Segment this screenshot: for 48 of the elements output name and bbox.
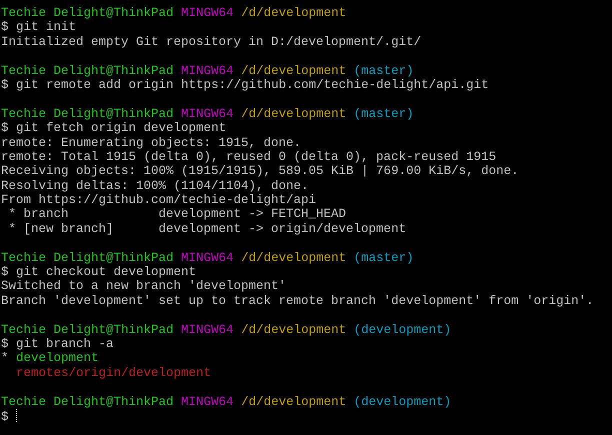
prompt-symbol: $ <box>1 410 9 424</box>
prompt-user: Techie Delight@ThinkPad <box>1 106 174 121</box>
prompt-branch: (development) <box>354 322 452 337</box>
prompt-shell: MINGW64 <box>181 106 234 121</box>
prompt-shell: MINGW64 <box>181 6 234 20</box>
output-text: Switched to a new branch 'development' <box>1 279 286 294</box>
output-text: * branch development -> FETCH_HEAD <box>8 207 346 222</box>
output-text: Initialized empty Git repository in D:/development/.git/ <box>1 34 422 49</box>
prompt-path: /d/development <box>241 106 346 121</box>
prompt-branch: (master) <box>354 250 414 265</box>
command-text: git branch -a <box>16 336 114 351</box>
prompt-shell: MINGW64 <box>181 322 234 337</box>
output-text: * <box>1 351 9 366</box>
prompt-symbol: $ <box>1 265 9 280</box>
prompt-branch: (master) <box>354 64 414 78</box>
command-text: git remote add origin https://github.com/techie-delight/api.git <box>16 78 489 92</box>
prompt-user: Techie Delight@ThinkPad <box>1 394 174 409</box>
prompt-path: /d/development <box>241 250 346 265</box>
output-text: development <box>16 351 99 366</box>
output-text: From https://github.com/techie-delight/api <box>1 193 316 208</box>
command-text: git checkout development <box>16 265 196 280</box>
prompt-path: /d/development <box>241 394 346 409</box>
prompt-symbol: $ <box>1 121 9 136</box>
prompt-path: /d/development <box>241 322 346 337</box>
prompt-path: /d/development <box>241 6 346 20</box>
prompt-user: Techie Delight@ThinkPad <box>1 64 174 78</box>
prompt-user: Techie Delight@ThinkPad <box>1 6 174 20</box>
output-text: remote: Enumerating objects: 1915, done. <box>1 136 302 150</box>
prompt-user: Techie Delight@ThinkPad <box>1 322 174 337</box>
prompt-symbol: $ <box>1 336 9 351</box>
prompt-symbol: $ <box>1 20 9 34</box>
output-text: * [new branch] development -> origin/development <box>8 222 406 236</box>
text-cursor <box>16 408 18 422</box>
prompt-path: /d/development <box>241 64 346 78</box>
prompt-user: Techie Delight@ThinkPad <box>1 250 174 265</box>
output-text: Resolving deltas: 100% (1104/1104), done. <box>1 178 309 193</box>
prompt-branch: (development) <box>354 394 452 409</box>
command-text: git init <box>16 20 76 34</box>
output-text: remotes/origin/development <box>15 366 212 380</box>
output-text: Receiving objects: 100% (1915/1915), 589.05 KiB | 769.00 KiB/s, done. <box>1 164 519 178</box>
output-text: Branch 'development' set up to track remote branch 'development' from 'origin'. <box>1 294 594 308</box>
prompt-shell: MINGW64 <box>181 250 234 265</box>
prompt-shell: MINGW64 <box>181 394 234 409</box>
prompt-shell: MINGW64 <box>181 64 234 78</box>
output-text: remote: Total 1915 (delta 0), reused 0 (delta 0), pack-reused 1915 <box>1 150 496 164</box>
prompt-branch: (master) <box>354 106 414 121</box>
prompt-symbol: $ <box>1 78 9 92</box>
command-text: git fetch origin development <box>16 121 226 136</box>
